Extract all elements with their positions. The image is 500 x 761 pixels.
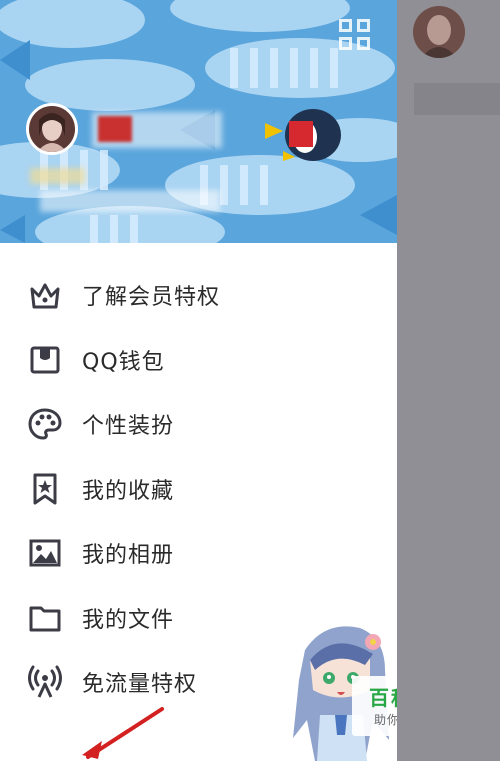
menu-item-personal-theme[interactable]: 个性装扮	[0, 392, 397, 457]
bookmark-star-icon	[33, 473, 57, 505]
watermark-title: 百科全说	[369, 686, 397, 710]
main-screen-bar	[414, 83, 500, 115]
crown-icon	[30, 283, 60, 309]
folder-icon	[29, 606, 61, 632]
menu-label: 我的收藏	[82, 478, 175, 504]
menu-label: QQ钱包	[82, 349, 165, 375]
main-screen-avatar	[413, 6, 465, 58]
palette-icon	[28, 408, 62, 440]
menu-item-album[interactable]: 我的相册	[0, 521, 397, 586]
qr-code-icon	[339, 19, 352, 32]
penguin-decoration-icon	[265, 109, 341, 161]
level-blurred	[40, 190, 220, 212]
menu-label: 个性装扮	[82, 414, 175, 440]
menu-item-qq-wallet[interactable]: QQ钱包	[0, 328, 397, 393]
nickname-badge	[98, 116, 132, 142]
baike-watermark: 百科全说 助你轻松解决	[352, 676, 397, 736]
menu-label: 我的相册	[82, 543, 175, 569]
menu-item-favorites[interactable]: 我的收藏	[0, 457, 397, 522]
image-icon	[29, 539, 61, 567]
wallet-icon	[30, 346, 60, 374]
signature-blurred	[30, 168, 85, 184]
user-avatar[interactable]	[26, 103, 78, 155]
broadcast-icon	[28, 665, 62, 698]
menu-label: 我的文件	[82, 607, 175, 633]
watermark-subtitle: 助你轻松解决	[373, 713, 397, 727]
profile-header	[0, 0, 397, 243]
side-drawer: 了解会员特权 QQ钱包 个性装扮 我的收藏 我的相册 我的文件 免流量特权 百 …	[0, 0, 397, 761]
annotation-arrow	[82, 707, 164, 759]
menu-label: 了解会员特权	[82, 285, 221, 311]
qr-code-button[interactable]	[337, 17, 373, 53]
menu-label: 免流量特权	[82, 672, 198, 698]
menu-item-vip-privileges[interactable]: 了解会员特权	[0, 263, 397, 328]
